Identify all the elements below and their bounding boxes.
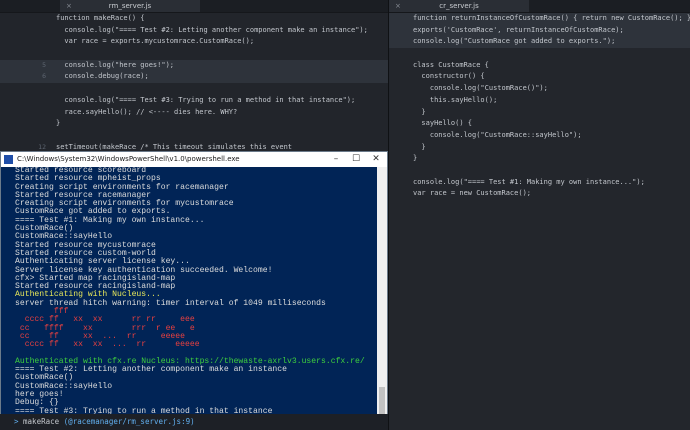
terminal-output[interactable]: Started resource scoreboard Started resou… <box>1 167 377 429</box>
code-line[interactable]: 6 console.debug(race); <box>0 71 388 84</box>
code-text: console.log("here goes!"); <box>56 60 175 69</box>
close-icon[interactable]: ✕ <box>367 152 385 167</box>
right-code-area[interactable]: function returnInstanceOfCustomRace() { … <box>389 13 690 200</box>
code-text: console.log("==== Test #2: Letting anoth… <box>56 25 368 34</box>
close-icon[interactable]: × <box>66 0 72 12</box>
code-text: class CustomRace { <box>413 60 489 69</box>
minimize-icon[interactable]: – <box>327 152 345 167</box>
code-line[interactable]: function makeRace() { <box>0 13 388 25</box>
powershell-titlebar[interactable]: C:\Windows\System32\WindowsPowerShell\v1… <box>1 152 387 167</box>
code-line[interactable]: var race = exports.mycustomrace.CustomRa… <box>0 36 388 48</box>
code-line[interactable]: 5 console.log("here goes!"); <box>0 59 388 72</box>
code-line[interactable]: console.log("CustomRace got added to exp… <box>389 36 690 49</box>
stack-function: makeRace <box>23 417 60 426</box>
code-text: } <box>413 142 426 151</box>
code-text: function returnInstanceOfCustomRace() { … <box>413 14 690 22</box>
code-text: function makeRace() { <box>56 14 145 22</box>
left-tab-bar: × rm_server.js <box>0 0 388 13</box>
powershell-window[interactable]: C:\Windows\System32\WindowsPowerShell\v1… <box>0 151 388 430</box>
code-line[interactable]: } <box>389 107 690 119</box>
code-line[interactable]: function returnInstanceOfCustomRace() { … <box>389 13 690 25</box>
code-text: console.log("==== Test #1: Making my own… <box>413 177 645 186</box>
tab-rm-server-js[interactable]: × rm_server.js <box>60 0 200 12</box>
code-text: console.debug(race); <box>56 72 149 81</box>
code-text: } <box>413 107 426 116</box>
code-text: console.log("CustomRace::sayHello"); <box>413 130 582 139</box>
code-text: console.log("CustomRace got added to exp… <box>413 37 616 46</box>
line-number: 5 <box>42 60 46 69</box>
code-line[interactable]: race.sayHello(); // <---- dies here. WHY… <box>0 107 388 119</box>
right-editor-pane[interactable]: × cr_server.js function returnInstanceOf… <box>389 0 690 430</box>
code-line[interactable]: sayHello() { <box>389 118 690 130</box>
code-text: exports('CustomRace', returnInstanceOfCu… <box>413 25 624 34</box>
stack-trace-line: > makeRace (@racemanager/rm_server.js:9) <box>0 414 388 430</box>
tab-label: cr_server.js <box>439 2 479 10</box>
code-text: race.sayHello(); // <---- dies here. WHY… <box>56 107 238 116</box>
code-line[interactable]: this.sayHello(); <box>389 95 690 107</box>
left-code-area[interactable]: function makeRace() { console.log("==== … <box>0 13 388 165</box>
code-text: var race = new CustomRace(); <box>413 189 532 198</box>
code-line[interactable] <box>0 130 388 142</box>
terminal-scrollbar[interactable] <box>377 167 387 429</box>
stack-path: (@racemanager/rm_server.js:9) <box>63 417 195 426</box>
window-title: C:\Windows\System32\WindowsPowerShell\v1… <box>17 155 240 163</box>
code-line[interactable] <box>389 165 690 177</box>
code-line[interactable] <box>0 48 388 60</box>
right-tab-bar: × cr_server.js <box>389 0 690 13</box>
maximize-icon[interactable]: ☐ <box>347 152 365 167</box>
code-line[interactable]: } <box>0 118 388 130</box>
code-line[interactable]: console.log("==== Test #3: Trying to run… <box>0 95 388 107</box>
code-line[interactable]: exports('CustomRace', returnInstanceOfCu… <box>389 24 690 37</box>
stack-arrow: > <box>14 417 19 426</box>
terminal-line: cccc ff xx xx ... rr eeeee <box>15 340 200 350</box>
code-line[interactable]: console.log("==== Test #1: Making my own… <box>389 177 690 189</box>
code-line[interactable]: console.log("==== Test #2: Letting anoth… <box>0 25 388 37</box>
code-line[interactable]: console.log("CustomRace()"); <box>389 83 690 95</box>
code-text: constructor() { <box>413 72 485 81</box>
code-line[interactable]: var race = new CustomRace(); <box>389 188 690 200</box>
code-line[interactable] <box>0 83 388 95</box>
line-number: 6 <box>42 72 46 81</box>
code-text: console.log("CustomRace()"); <box>413 84 548 93</box>
code-line[interactable]: constructor() { <box>389 71 690 83</box>
code-line[interactable]: class CustomRace { <box>389 60 690 72</box>
tab-cr-server-js[interactable]: × cr_server.js <box>389 0 529 12</box>
code-line[interactable]: } <box>389 142 690 154</box>
code-text: this.sayHello(); <box>413 95 498 104</box>
code-line[interactable] <box>389 48 690 60</box>
code-line[interactable]: console.log("CustomRace::sayHello"); <box>389 130 690 142</box>
code-text: } <box>56 119 61 128</box>
code-text: console.log("==== Test #3: Trying to run… <box>56 95 356 104</box>
powershell-icon <box>4 155 13 164</box>
code-line[interactable]: } <box>389 153 690 165</box>
code-text: sayHello() { <box>413 119 473 128</box>
code-text: } <box>413 154 418 163</box>
close-icon[interactable]: × <box>395 0 401 12</box>
code-text: var race = exports.mycustomrace.CustomRa… <box>56 37 255 46</box>
tab-label: rm_server.js <box>108 2 152 10</box>
